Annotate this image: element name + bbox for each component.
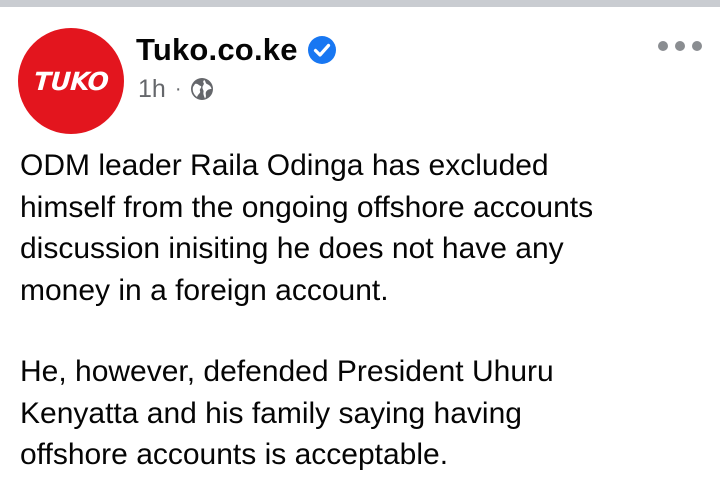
more-options-icon-dot [675,41,685,51]
verified-badge-icon [307,35,337,65]
top-divider [0,0,720,7]
avatar-logo-text: TUKO [32,66,110,96]
more-options-icon-dot [692,41,702,51]
post-meta: 1h · [138,74,214,104]
page-avatar[interactable]: TUKO [18,28,124,134]
globe-icon[interactable] [190,77,214,101]
post-text: ODM leader Raila Odinga has excluded him… [20,145,710,476]
post-paragraph: ODM leader Raila Odinga has excluded him… [20,149,594,307]
post-paragraph: He, however, defended President Uhuru Ke… [20,355,554,471]
more-options-button[interactable] [658,36,702,56]
page-name-link[interactable]: Tuko.co.ke [136,32,298,68]
more-options-icon [658,41,668,51]
post-timestamp[interactable]: 1h [138,75,166,104]
meta-separator: · [174,78,182,100]
post-header: TUKO Tuko.co.ke 1h · [18,28,708,134]
page-name-row: Tuko.co.ke [136,30,337,70]
